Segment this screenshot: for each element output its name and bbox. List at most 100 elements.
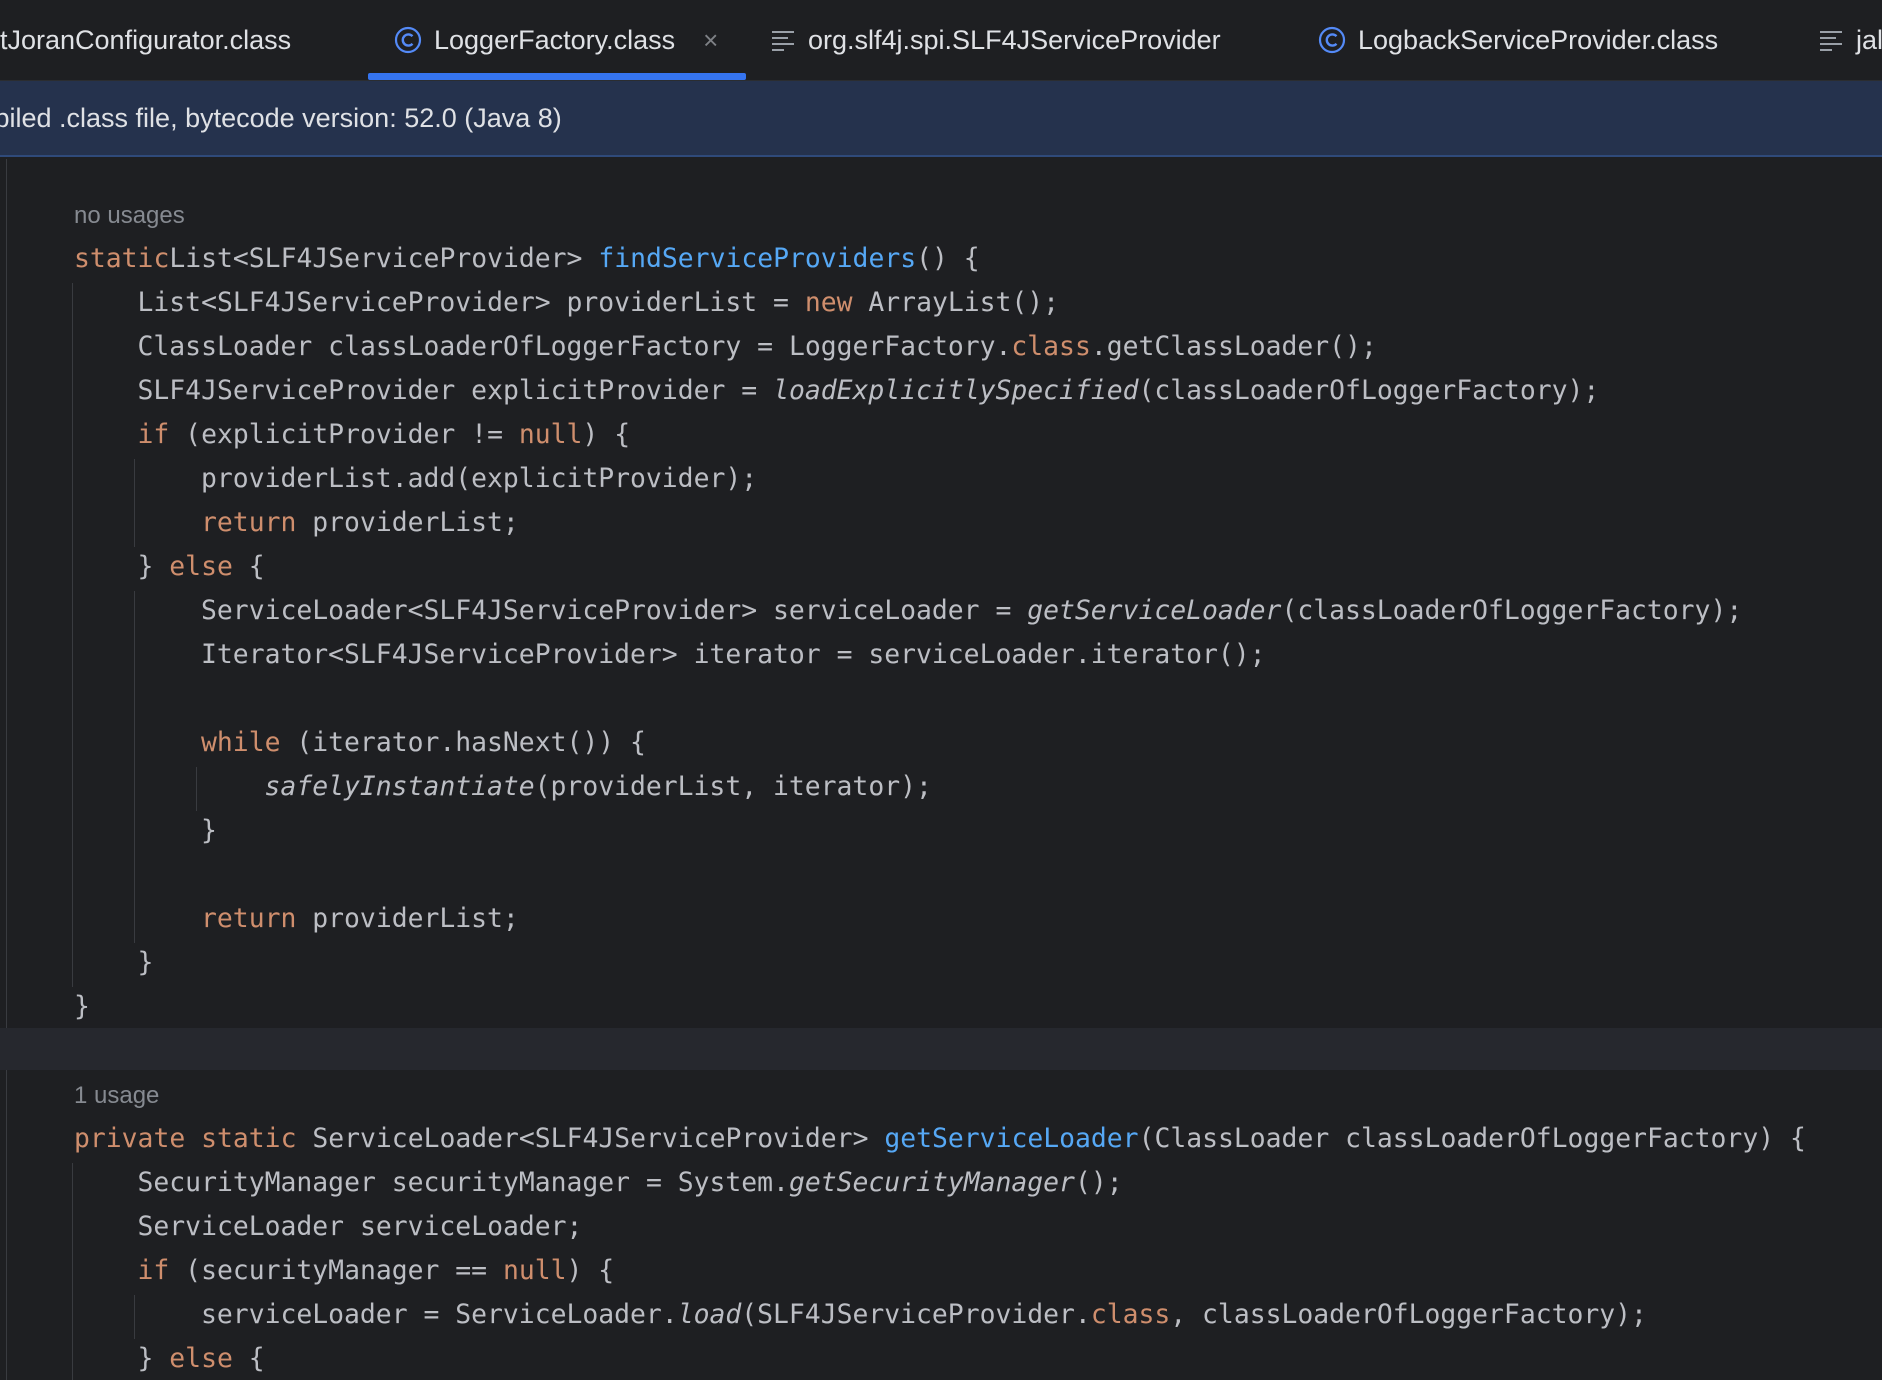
indent-guide [134,459,135,547]
code-token: serviceLoader = ServiceLoader. [201,1299,678,1330]
code-token: .getClassLoader(); [1090,331,1377,362]
code-token: (securityManager == [169,1255,503,1286]
code-token: (explicitProvider != [169,419,519,450]
tab-slf4j-service-provider[interactable]: org.slf4j.spi.SLF4JServiceProvider [770,0,1290,80]
code-token: (providerList, iterator); [534,771,932,802]
code-token: ServiceLoader<SLF4JServiceProvider> serv… [201,595,1028,626]
code-line[interactable]: staticList<SLF4JServiceProvider> findSer… [74,237,980,281]
code-token: return [201,507,297,538]
code-token: (iterator.hasNext()) { [280,727,646,758]
code-token: null [502,1255,567,1286]
code-line[interactable]: ServiceLoader<SLF4JServiceProvider> serv… [201,589,1742,633]
code-line[interactable]: } [138,941,154,985]
code-token: private [74,1123,186,1154]
code-line[interactable]: } [201,809,217,853]
tab-label: org.slf4j.spi.SLF4JServiceProvider [808,24,1221,55]
code-token: , classLoaderOfLoggerFactory); [1170,1299,1647,1330]
tab-label: LogbackServiceProvider.class [1358,24,1719,55]
code-token: Iterator<SLF4JServiceProvider> iterator … [201,639,1266,670]
decompiled-banner: mpiled .class file, bytecode version: 52… [0,81,1882,157]
code-token: safelyInstantiate [264,771,535,802]
code-line[interactable]: if (securityManager == null) { [138,1249,615,1293]
code-line[interactable]: providerList.add(explicitProvider); [201,457,757,501]
tab-jal[interactable]: jal [1818,0,1882,80]
code-line[interactable]: ServiceLoader serviceLoader; [138,1205,583,1249]
tab-label: ltJoranConfigurator.class [0,24,292,55]
code-token: providerList; [296,507,519,538]
code-token: } [137,551,170,582]
usages-hint[interactable]: 1 usage [74,1074,159,1118]
code-token: (classLoaderOfLoggerFactory); [1138,375,1600,406]
code-line[interactable]: while (iterator.hasNext()) { [201,721,646,765]
editor-tab-bar: ltJoranConfigurator.class LoggerFactory.… [0,0,1882,81]
code-token: load [677,1299,742,1330]
code-token: ClassLoader classLoaderOfLoggerFactory =… [137,331,1012,362]
code-token: ServiceLoader serviceLoader; [137,1211,583,1242]
code-token: return [201,903,297,934]
code-line[interactable]: return providerList; [201,501,519,545]
code-token: { [232,1343,265,1374]
code-line[interactable]: serviceLoader = ServiceLoader.load(SLF4J… [201,1293,1647,1337]
code-token: (); [1074,1167,1123,1198]
code-token: else [169,1343,233,1374]
code-line[interactable]: } else { [138,1337,265,1380]
code-line[interactable]: Iterator<SLF4JServiceProvider> iterator … [201,633,1266,677]
gutter-divider [6,159,7,1380]
code-token: SecurityManager securityManager = System… [137,1167,789,1198]
code-token: new [804,287,853,318]
text-file-icon [770,28,796,52]
text-file-icon [1818,28,1844,52]
indent-guide [134,591,135,943]
code-line[interactable]: } [74,985,90,1029]
code-token: } [137,1343,170,1374]
code-token: loadExplicitlySpecified [773,375,1139,406]
code-line[interactable]: if (explicitProvider != null) { [138,413,631,457]
code-line[interactable]: } else { [138,545,265,589]
code-token: getServiceLoader [884,1123,1139,1154]
code-token: providerList.add(explicitProvider); [201,463,758,494]
banner-text: mpiled .class file, bytecode version: 52… [0,102,562,133]
code-line[interactable]: ClassLoader classLoaderOfLoggerFactory =… [138,325,1377,369]
code-line[interactable]: SecurityManager securityManager = System… [138,1161,1123,1205]
code-line[interactable]: List<SLF4JServiceProvider> providerList … [138,281,1060,325]
indent-guide [72,283,73,987]
close-icon[interactable]: × [703,25,718,56]
class-icon [394,26,422,54]
code-token: } [137,947,154,978]
code-token: List<SLF4JServiceProvider> [169,243,599,274]
code-line[interactable]: safelyInstantiate(providerList, iterator… [265,765,932,809]
code-token: if [137,419,170,450]
code-token: findServiceProviders [598,243,917,274]
code-token: getServiceLoader [1027,595,1282,626]
code-token: (SLF4JServiceProvider. [741,1299,1091,1330]
code-token: { [232,551,265,582]
code-token: while [201,727,281,758]
indent-guide [72,1163,73,1380]
tab-label: jal [1856,24,1882,55]
code-token: () { [916,243,980,274]
tab-logback-service-provider[interactable]: LogbackServiceProvider.class [1318,0,1778,80]
code-token: ArrayList(); [852,287,1060,318]
code-token: class [1011,331,1091,362]
code-token: static [74,243,170,274]
indent-guide [134,1295,135,1339]
tab-label: LoggerFactory.class [434,24,676,55]
code-token: } [201,815,217,846]
code-token: static [201,1123,297,1154]
code-editor[interactable]: no usages 1 usage staticList<SLF4JServic… [0,159,1882,1380]
code-token: else [169,551,233,582]
code-line[interactable]: return providerList; [201,897,519,941]
code-token: providerList; [296,903,519,934]
code-token: } [74,991,90,1022]
tab-joran-configurator[interactable]: ltJoranConfigurator.class [0,0,364,80]
tab-logger-factory[interactable]: LoggerFactory.class × [368,0,746,80]
code-line[interactable]: private static ServiceLoader<SLF4JServic… [74,1117,1806,1161]
code-token: SLF4JServiceProvider explicitProvider = [137,375,774,406]
code-token: null [518,419,583,450]
code-token: List<SLF4JServiceProvider> providerList … [137,287,805,318]
code-token: class [1090,1299,1171,1330]
usages-hint[interactable]: no usages [74,194,185,238]
code-line[interactable]: SLF4JServiceProvider explicitProvider = … [138,369,1600,413]
code-token: ) { [566,1255,615,1286]
